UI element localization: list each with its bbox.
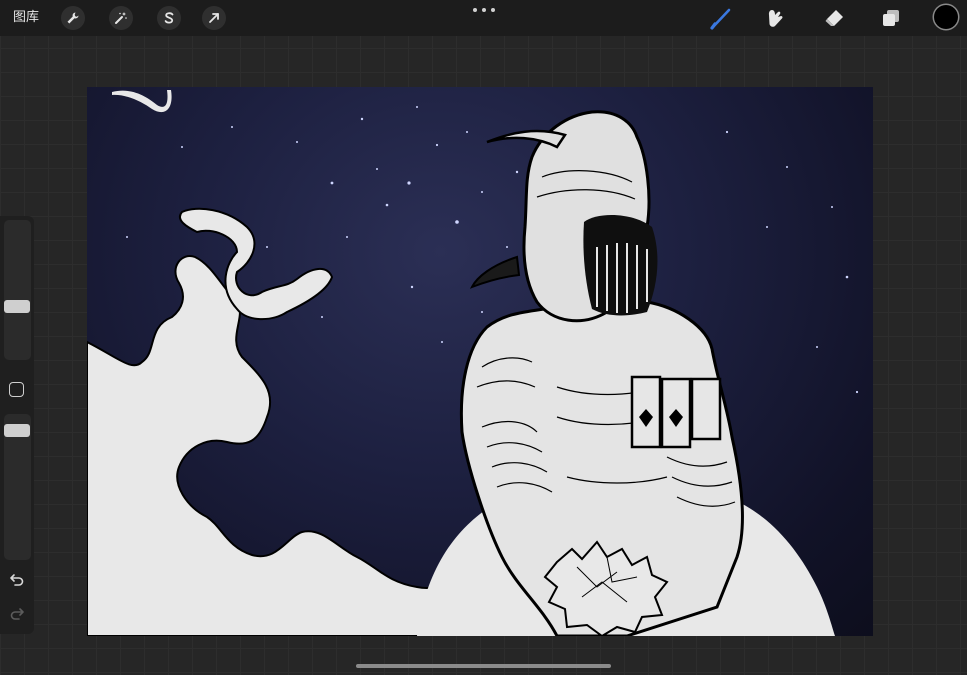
transform-button[interactable] (202, 6, 226, 30)
adjustments-button[interactable] (109, 6, 133, 30)
brush-tool-button[interactable] (708, 5, 734, 31)
actions-button[interactable] (61, 6, 85, 30)
selection-button[interactable] (157, 6, 181, 30)
eraser-tool-button[interactable] (821, 5, 847, 31)
brush-size-handle[interactable] (4, 300, 30, 313)
dot-icon (491, 8, 495, 12)
cloud-corner-wisp (112, 90, 172, 113)
selection-s-icon (164, 12, 174, 24)
modify-button[interactable] (9, 382, 24, 397)
home-indicator[interactable] (356, 664, 611, 668)
redo-icon (10, 608, 24, 620)
brush-size-slider[interactable] (4, 220, 31, 360)
undo-button[interactable] (8, 572, 26, 588)
knight-figure (459, 110, 744, 636)
layers-icon (883, 10, 899, 26)
left-sidebar (0, 216, 34, 634)
color-picker-button[interactable] (934, 5, 958, 29)
eraser-icon (825, 10, 843, 26)
dot-icon (482, 8, 486, 12)
dot-icon (473, 8, 477, 12)
redo-button[interactable] (8, 606, 26, 622)
smudge-tool-button[interactable] (764, 5, 790, 31)
layers-button[interactable] (878, 5, 904, 31)
magic-wand-icon (115, 12, 127, 24)
brush-icon (710, 8, 731, 30)
artwork-illustration (87, 90, 859, 636)
drawing-canvas[interactable] (87, 87, 873, 636)
smudge-icon (768, 10, 783, 27)
gallery-button[interactable]: 图库 (13, 9, 39, 27)
arrow-cursor-icon (209, 13, 219, 23)
undo-icon (10, 574, 24, 586)
wrench-icon (67, 12, 79, 24)
opacity-handle[interactable] (4, 424, 30, 437)
top-toolbar: 图库 (0, 0, 967, 36)
more-options-button[interactable] (473, 4, 495, 16)
